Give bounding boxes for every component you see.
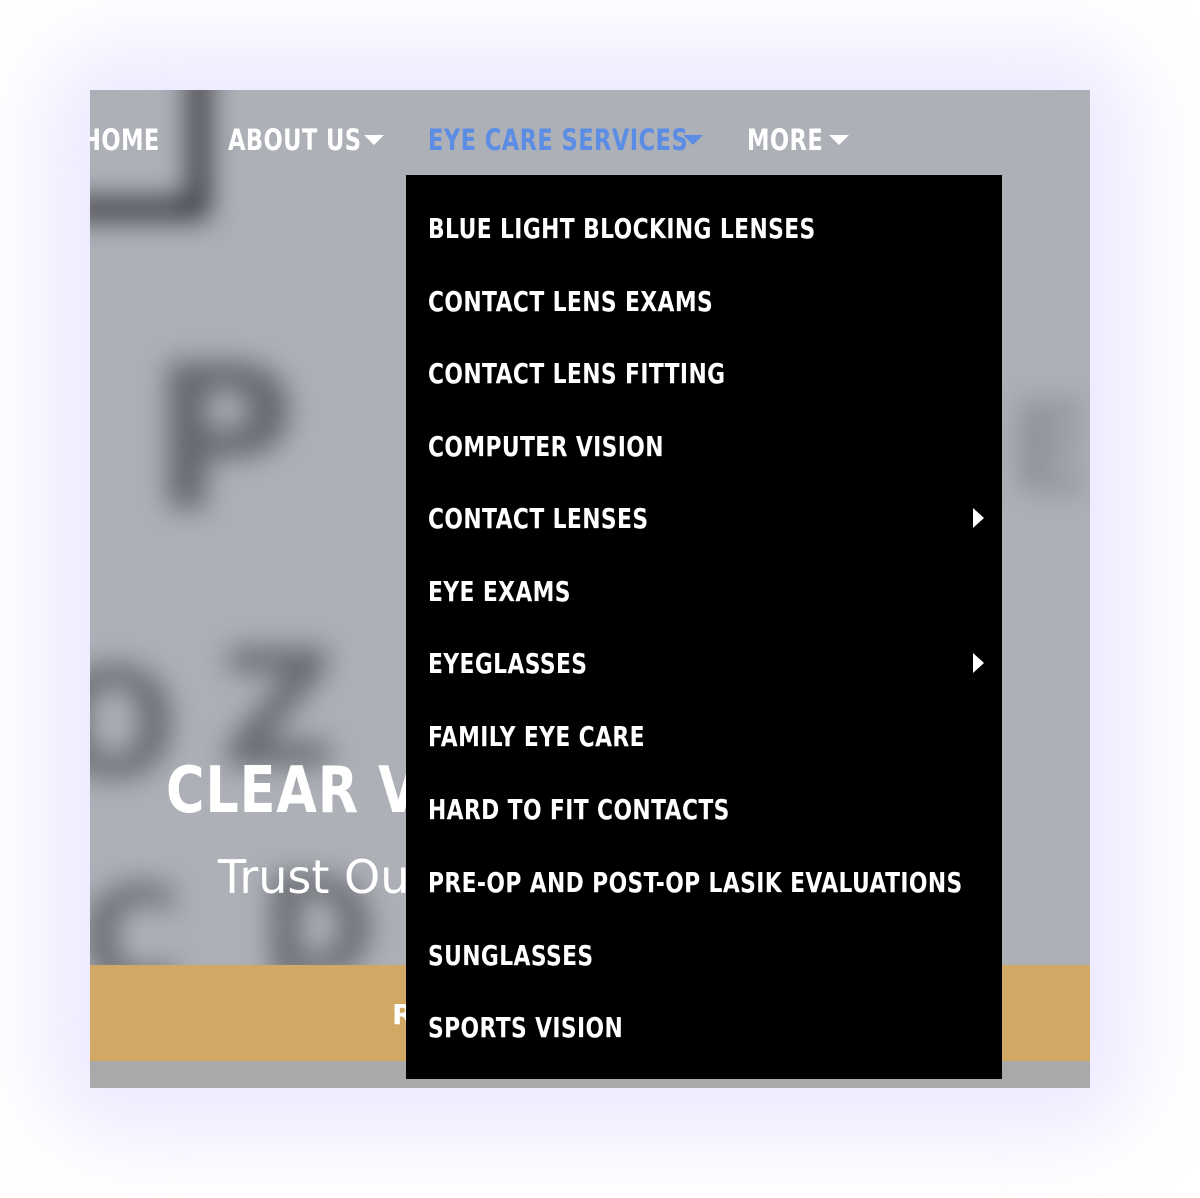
menu-item-label: CONTACT LENS EXAMS xyxy=(428,284,714,318)
nav-item-label: MORE xyxy=(747,123,824,157)
menu-item-family-eye-care[interactable]: FAMILY EYE CARE xyxy=(428,716,1002,756)
menu-item-label: SUNGLASSES xyxy=(428,938,594,972)
website-screenshot: P Z O C D E R CLEAR VI Trust Ou HOME ABO… xyxy=(90,90,1090,1088)
chevron-right-icon xyxy=(973,508,984,528)
chevron-right-icon xyxy=(973,653,984,673)
caret-down-icon xyxy=(364,135,384,145)
menu-item-sunglasses[interactable]: SUNGLASSES xyxy=(428,935,1002,975)
menu-item-contact-lens-fitting[interactable]: CONTACT LENS FITTING xyxy=(428,353,1002,393)
nav-item-more[interactable]: MORE xyxy=(747,118,852,162)
blurred-letter-o: O xyxy=(90,638,178,812)
menu-item-computer-vision[interactable]: COMPUTER VISION xyxy=(428,426,1002,466)
menu-item-eyeglasses[interactable]: EYEGLASSES xyxy=(428,643,1002,683)
menu-item-label: FAMILY EYE CARE xyxy=(428,719,645,753)
nav-item-about-us[interactable]: ABOUT US xyxy=(228,118,388,162)
menu-item-contact-lenses[interactable]: CONTACT LENSES xyxy=(428,498,1002,538)
menu-item-lasik-evaluations[interactable]: PRE-OP AND POST-OP LASIK EVALUATIONS xyxy=(428,862,1002,902)
menu-item-sports-vision[interactable]: SPORTS VISION xyxy=(428,1007,1002,1047)
menu-item-label: PRE-OP AND POST-OP LASIK EVALUATIONS xyxy=(428,865,963,899)
menu-item-label: COMPUTER VISION xyxy=(428,429,664,463)
main-nav: HOME ABOUT US EYE CARE SERVICES MORE xyxy=(90,118,1090,162)
eye-care-services-dropdown: BLUE LIGHT BLOCKING LENSES CONTACT LENS … xyxy=(406,175,1002,1079)
nav-item-label: EYE CARE SERVICES xyxy=(428,123,689,157)
menu-item-label: EYEGLASSES xyxy=(428,646,588,680)
nav-item-eye-care-services[interactable]: EYE CARE SERVICES xyxy=(428,118,708,162)
menu-item-blue-light-blocking-lenses[interactable]: BLUE LIGHT BLOCKING LENSES xyxy=(428,208,1002,248)
hero-title: CLEAR VI xyxy=(166,754,440,828)
menu-item-label: CONTACT LENS FITTING xyxy=(428,356,726,390)
menu-item-label: CONTACT LENSES xyxy=(428,501,649,535)
menu-item-hard-to-fit-contacts[interactable]: HARD TO FIT CONTACTS xyxy=(428,789,1002,829)
nav-item-label: ABOUT US xyxy=(228,123,362,157)
caret-down-icon xyxy=(683,135,703,145)
menu-item-label: SPORTS VISION xyxy=(428,1010,624,1044)
menu-item-label: EYE EXAMS xyxy=(428,574,571,608)
nav-item-home[interactable]: HOME xyxy=(90,118,182,162)
menu-item-eye-exams[interactable]: EYE EXAMS xyxy=(428,571,1002,611)
menu-item-label: BLUE LIGHT BLOCKING LENSES xyxy=(428,211,816,245)
hero-subtitle: Trust Ou xyxy=(218,850,410,904)
blurred-letter-p: P xyxy=(150,323,297,556)
menu-item-contact-lens-exams[interactable]: CONTACT LENS EXAMS xyxy=(428,281,1002,321)
menu-item-label: HARD TO FIT CONTACTS xyxy=(428,792,730,826)
blurred-letter-right: E xyxy=(1010,380,1090,519)
nav-item-label: HOME xyxy=(90,123,160,157)
caret-down-icon xyxy=(829,135,849,145)
